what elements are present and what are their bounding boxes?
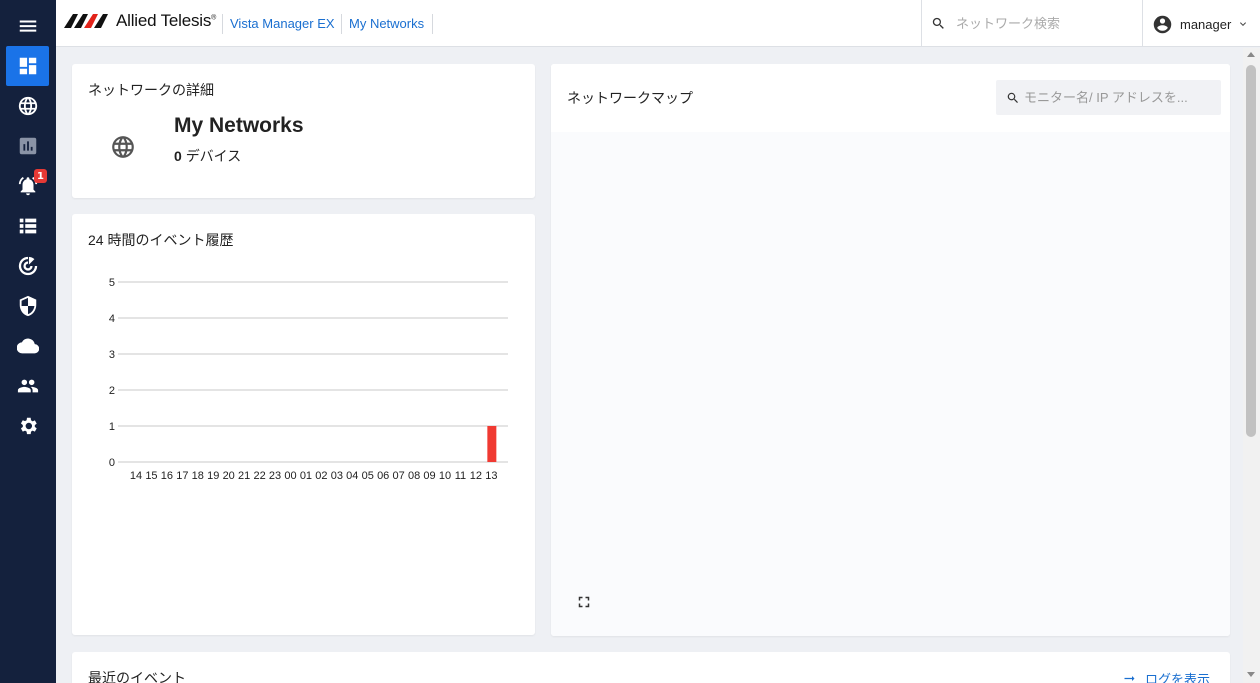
- chart-x-tick-label: 23: [269, 470, 281, 482]
- event-history-card: 24 時間のイベント履歴 0 1 2 3 4 5 14 15 16 17 18 19 20 21 22 23 0…: [72, 214, 535, 635]
- device-count-value: 0: [174, 148, 182, 164]
- sidebar-item-analytics[interactable]: [6, 126, 49, 166]
- sidebar-item-security[interactable]: [6, 286, 49, 326]
- shield-icon: [19, 295, 36, 317]
- user-menu[interactable]: manager: [1152, 12, 1249, 36]
- scroll-up-arrow[interactable]: [1247, 52, 1255, 57]
- chart-bar: [487, 426, 497, 462]
- chart-x-tick-label: 02: [315, 470, 327, 482]
- list-icon: [19, 218, 36, 234]
- chart-y-tick-label: 4: [109, 313, 115, 325]
- menu-button[interactable]: [6, 6, 49, 46]
- network-map-canvas[interactable]: [551, 132, 1230, 636]
- sidebar-item-alerts[interactable]: 1: [6, 166, 49, 206]
- network-search: [921, 0, 1143, 47]
- username: manager: [1180, 16, 1232, 32]
- chart-x-tick-label: 04: [346, 470, 358, 482]
- chart-x-tick-label: 00: [284, 470, 296, 482]
- header-divider: [341, 14, 342, 34]
- network-map-card: ネットワークマップ: [551, 64, 1230, 636]
- network-search-input[interactable]: [956, 12, 1131, 34]
- cloud-icon: [16, 338, 39, 354]
- arrow-right-icon: [1124, 676, 1135, 681]
- brand-name: Allied Telesis®: [116, 11, 217, 30]
- network-details-card: ネットワークの詳細 My Networks 0 デバイス: [72, 64, 535, 198]
- network-details-title: ネットワークの詳細: [88, 82, 214, 98]
- breadcrumb-vista-manager[interactable]: Vista Manager EX: [230, 16, 335, 31]
- chart-y-tick-label: 0: [109, 457, 115, 469]
- chart-x-tick-label: 10: [439, 470, 451, 482]
- globe-icon: [112, 136, 134, 158]
- breadcrumb-my-networks[interactable]: My Networks: [349, 16, 424, 31]
- sidebar-item-dashboard[interactable]: [6, 46, 49, 86]
- scroll-thumb[interactable]: [1246, 65, 1256, 437]
- sidebar-item-users[interactable]: [6, 366, 49, 406]
- event-history-chart: 01234514 15 16 17 18 19 20 21 22 23 00 01 02 03 04 05 06…: [109, 277, 508, 482]
- chart-x-tick-label: 08: [408, 470, 420, 482]
- network-globe: [110, 134, 136, 160]
- header-divider: [432, 14, 433, 34]
- chart-x-tick-label: 09: [423, 470, 435, 482]
- dashboard-icon: [19, 57, 36, 75]
- network-map-title: ネットワークマップ: [567, 90, 693, 106]
- sidebar-item-networks[interactable]: [6, 86, 49, 126]
- chart-y-tick-label: 2: [109, 385, 115, 397]
- network-name: My Networks: [174, 114, 304, 137]
- allied-telesis-logo-icon: [64, 14, 108, 28]
- view-log-label: ログを表示: [1144, 672, 1210, 683]
- chart-x-tick-label: 11: [455, 470, 466, 482]
- chart-x-tick-label: 12: [470, 470, 482, 482]
- page-scrollbar[interactable]: [1243, 48, 1260, 683]
- chevron-down-icon: [1240, 22, 1247, 26]
- map-search-input[interactable]: [1024, 87, 1214, 107]
- chart-y-tick-label: 5: [109, 277, 115, 289]
- map-search: [996, 80, 1221, 115]
- chart-x-tick-label: 20: [223, 470, 235, 482]
- sidebar-item-list[interactable]: [6, 206, 49, 246]
- account-circle-icon: [1153, 15, 1172, 33]
- chart-x-tick-label: 17: [176, 470, 188, 482]
- chart-x-tick-label: 21: [238, 470, 250, 482]
- chart-x-tick-label: 03: [331, 470, 343, 482]
- recent-events-card: 最近のイベント ログを表示: [72, 652, 1230, 683]
- radar-icon: [18, 256, 37, 276]
- sidebar-item-settings[interactable]: [6, 406, 49, 446]
- globe-icon: [18, 96, 37, 116]
- sidebar-item-monitor[interactable]: [6, 246, 49, 286]
- chart-x-tick-label: 05: [362, 470, 374, 482]
- sidebar: 1: [0, 0, 56, 683]
- brand-logo[interactable]: Allied Telesis®: [64, 11, 216, 31]
- chart-x-tick-label: 07: [393, 470, 405, 482]
- search-icon: [932, 17, 944, 29]
- chart-x-tick-label: 06: [377, 470, 389, 482]
- chart-x-tick-label: 15: [145, 470, 157, 482]
- sidebar-item-cloud[interactable]: [6, 326, 49, 366]
- scroll-down-arrow[interactable]: [1247, 672, 1255, 677]
- chart-y-tick-label: 3: [109, 349, 115, 361]
- chart-x-tick-label: 19: [207, 470, 219, 482]
- fullscreen-icon: [578, 596, 590, 608]
- chart-x-tick-label: 13: [485, 470, 497, 482]
- menu-icon: [19, 20, 36, 32]
- device-count: 0 デバイス: [174, 146, 241, 166]
- people-icon: [17, 379, 38, 393]
- fullscreen-button[interactable]: [575, 593, 593, 611]
- network-map-header: ネットワークマップ: [551, 64, 1230, 132]
- header-divider: [222, 14, 223, 34]
- alert-count-badge: 1: [34, 169, 47, 183]
- gear-icon: [20, 417, 37, 435]
- chart-y-tick-label: 1: [109, 421, 115, 433]
- chart-x-tick-label: 18: [192, 470, 204, 482]
- recent-events-title: 最近のイベント: [88, 670, 186, 683]
- chart-x-tick-label: 14: [130, 470, 142, 482]
- chart-x-tick-label: 16: [161, 470, 173, 482]
- search-icon: [1007, 92, 1018, 103]
- chart-x-tick-label: 01: [300, 470, 312, 482]
- analytics-icon: [19, 137, 36, 155]
- top-header: Allied Telesis® Vista Manager EX My Netw…: [56, 0, 1260, 47]
- view-log-link[interactable]: ログを表示: [1122, 669, 1210, 683]
- chart-x-tick-label: 22: [253, 470, 265, 482]
- device-count-label: デバイス: [185, 148, 242, 164]
